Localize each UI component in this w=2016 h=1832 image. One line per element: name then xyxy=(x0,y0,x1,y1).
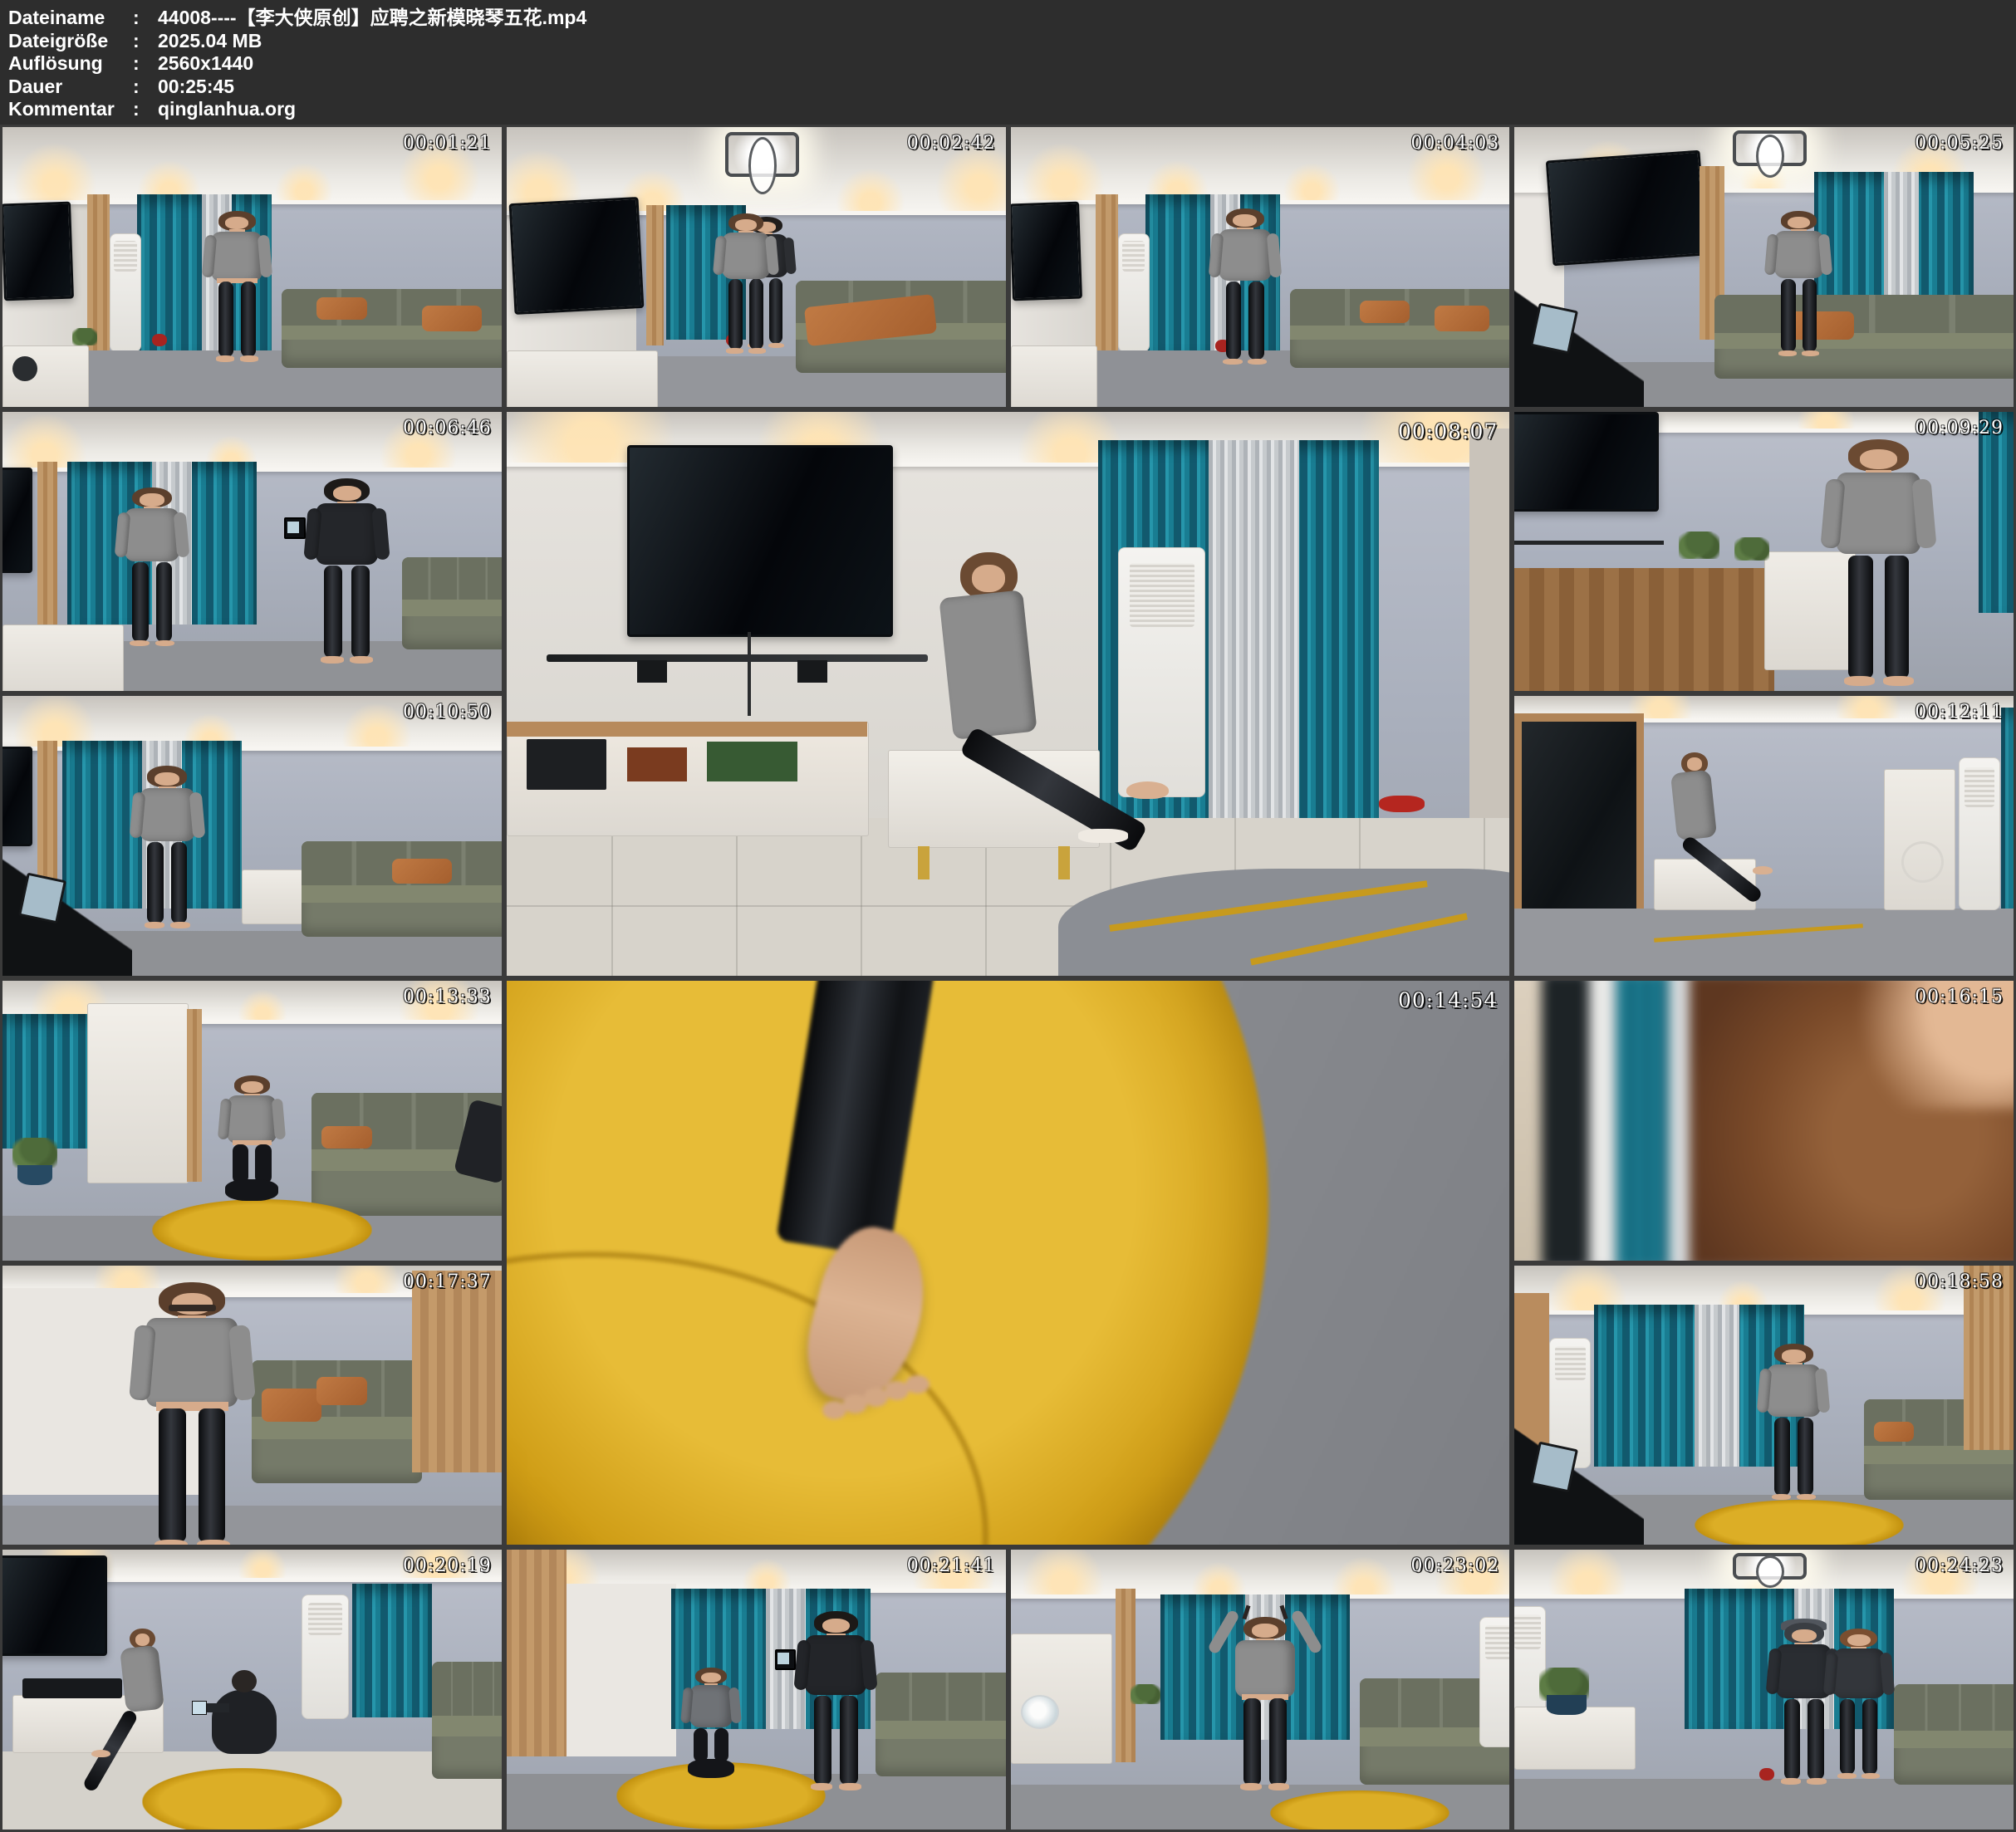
thumbnail-image xyxy=(2,127,502,407)
thumbnail-image xyxy=(1514,1550,2014,1830)
video-thumbnail: 00:02:42 xyxy=(507,127,1006,407)
timestamp-overlay: 00:13:33 xyxy=(403,987,492,1007)
video-thumbnail: 00:13:33 xyxy=(2,981,502,1261)
meta-value-comment: qinglanhua.org xyxy=(158,98,2016,121)
timestamp-overlay: 00:14:54 xyxy=(1398,988,1498,1012)
thumbnail-image xyxy=(1514,127,2014,407)
timestamp-overlay: 00:02:42 xyxy=(907,133,996,154)
timestamp-overlay: 00:24:23 xyxy=(1915,1555,2004,1576)
file-info-header: Dateiname : 44008----【李大侠原创】应聘之新模晓琴五花.mp… xyxy=(0,0,2016,125)
timestamp-overlay: 00:06:46 xyxy=(403,418,492,438)
thumbnail-image xyxy=(507,412,1510,976)
meta-separator: : xyxy=(133,30,158,53)
video-thumbnail: 00:16:15 xyxy=(1514,981,2014,1261)
timestamp-overlay: 00:04:03 xyxy=(1410,133,1499,154)
timestamp-overlay: 00:20:19 xyxy=(403,1555,492,1576)
thumbnail-image xyxy=(2,1550,502,1830)
thumbnail-image xyxy=(1011,127,1510,407)
timestamp-overlay: 00:18:58 xyxy=(1915,1271,2004,1292)
video-thumbnail-large: 00:08:07 xyxy=(507,412,1510,976)
meta-row-duration: Dauer : 00:25:45 xyxy=(8,76,2016,99)
thumbnail-image xyxy=(2,412,502,692)
meta-label: Auflösung xyxy=(8,52,133,76)
video-thumbnail: 00:10:50 xyxy=(2,696,502,976)
meta-separator: : xyxy=(133,7,158,30)
timestamp-overlay: 00:08:07 xyxy=(1398,419,1498,443)
video-thumbnail: 00:04:03 xyxy=(1011,127,1510,407)
thumbnail-grid: 00:01:21 00:02:42 00:04:03 00:05:25 00:0… xyxy=(0,125,2016,1832)
thumbnail-image xyxy=(507,127,1006,407)
thumbnail-image xyxy=(1011,1550,1510,1830)
video-thumbnail: 00:20:19 xyxy=(2,1550,502,1830)
thumbnail-image xyxy=(1514,412,2014,692)
timestamp-overlay: 00:12:11 xyxy=(1915,702,2004,723)
timestamp-overlay: 00:01:21 xyxy=(403,133,492,154)
timestamp-overlay: 00:16:15 xyxy=(1915,987,2004,1007)
meta-value-filename: 44008----【李大侠原创】应聘之新模晓琴五花.mp4 xyxy=(158,7,2016,30)
video-thumbnail: 00:24:23 xyxy=(1514,1550,2014,1830)
thumbnail-image xyxy=(2,981,502,1261)
meta-row-resolution: Auflösung : 2560x1440 xyxy=(8,52,2016,76)
video-thumbnail: 00:23:02 xyxy=(1011,1550,1510,1830)
meta-value-duration: 00:25:45 xyxy=(158,76,2016,99)
meta-separator: : xyxy=(133,98,158,121)
meta-label: Dauer xyxy=(8,76,133,99)
thumbnail-image xyxy=(507,981,1510,1545)
video-thumbnail: 00:21:41 xyxy=(507,1550,1006,1830)
thumbnail-image xyxy=(507,1550,1006,1830)
meta-value-filesize: 2025.04 MB xyxy=(158,30,2016,53)
thumbnail-image xyxy=(1514,981,2014,1261)
timestamp-overlay: 00:05:25 xyxy=(1915,133,2004,154)
meta-row-filesize: Dateigröße : 2025.04 MB xyxy=(8,30,2016,53)
timestamp-overlay: 00:21:41 xyxy=(907,1555,996,1576)
video-thumbnail: 00:18:58 xyxy=(1514,1266,2014,1545)
meta-value-resolution: 2560x1440 xyxy=(158,52,2016,76)
meta-row-comment: Kommentar : qinglanhua.org xyxy=(8,98,2016,121)
thumbnail-image xyxy=(1514,696,2014,976)
meta-label: Kommentar xyxy=(8,98,133,121)
video-thumbnail: 00:17:37 xyxy=(2,1266,502,1545)
meta-label: Dateigröße xyxy=(8,30,133,53)
meta-separator: : xyxy=(133,76,158,99)
timestamp-overlay: 00:17:37 xyxy=(403,1271,492,1292)
video-thumbnail: 00:06:46 xyxy=(2,412,502,692)
meta-row-filename: Dateiname : 44008----【李大侠原创】应聘之新模晓琴五花.mp… xyxy=(8,7,2016,30)
thumbnail-image xyxy=(2,696,502,976)
meta-label: Dateiname xyxy=(8,7,133,30)
thumbnail-image xyxy=(2,1266,502,1545)
thumbnail-image xyxy=(1514,1266,2014,1545)
video-thumbnail: 00:01:21 xyxy=(2,127,502,407)
video-thumbnail: 00:09:29 xyxy=(1514,412,2014,692)
timestamp-overlay: 00:23:02 xyxy=(1410,1555,1499,1576)
video-thumbnail: 00:12:11 xyxy=(1514,696,2014,976)
meta-separator: : xyxy=(133,52,158,76)
timestamp-overlay: 00:10:50 xyxy=(403,702,492,723)
video-thumbnail: 00:05:25 xyxy=(1514,127,2014,407)
timestamp-overlay: 00:09:29 xyxy=(1915,418,2004,438)
video-thumbnail-large: 00:14:54 xyxy=(507,981,1510,1545)
